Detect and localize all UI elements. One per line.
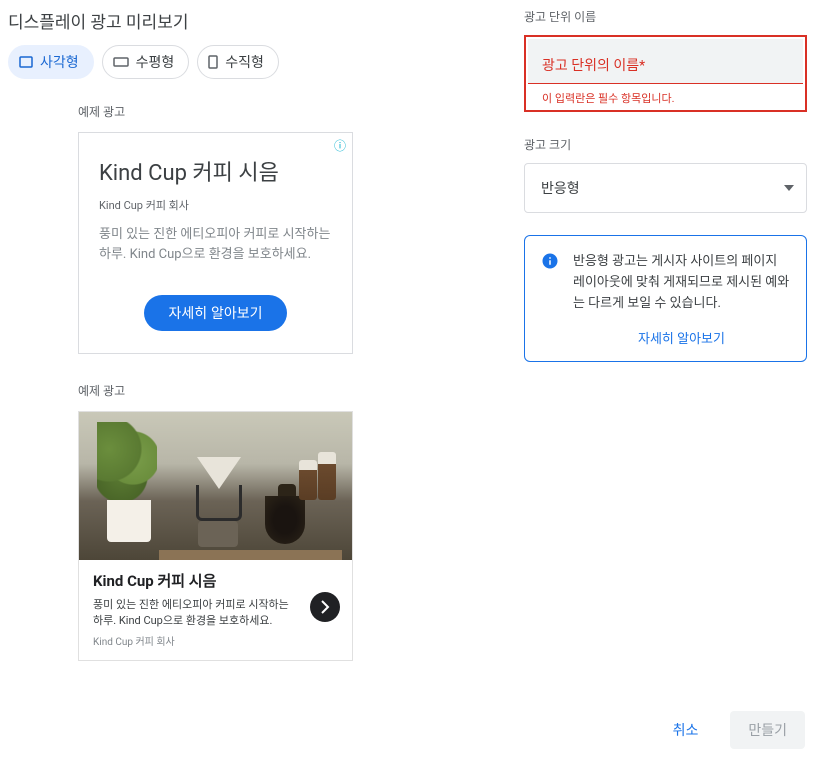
chip-label: 수평형 (136, 52, 175, 72)
chip-horizontal[interactable]: 수평형 (102, 45, 190, 79)
unit-name-field-error: 광고 단위의 이름* 이 입력란은 필수 항목입니다. (524, 35, 807, 112)
ad-headline: Kind Cup 커피 시음 (99, 155, 332, 187)
ad2-body-text: 풍미 있는 진한 에티오피아 커피로 시작하는 하루. Kind Cup으로 환… (93, 597, 338, 629)
adchoices-icon[interactable]: ⓘ (334, 137, 346, 154)
unit-name-error-message: 이 입력란은 필수 항목입니다. (528, 84, 803, 106)
footer-actions: 취소 만들기 (661, 711, 805, 749)
unit-name-placeholder: 광고 단위의 이름* (542, 55, 789, 75)
learn-more-link[interactable]: 자세히 알아보기 (573, 328, 790, 347)
ad-size-section-label: 광고 크기 (524, 136, 807, 153)
info-icon (541, 252, 559, 347)
unit-name-section-label: 광고 단위 이름 (524, 8, 807, 25)
sample-ad-label-2: 예제 광고 (78, 382, 510, 399)
chevron-right-icon (320, 600, 330, 614)
ad-image (79, 412, 352, 560)
ad2-headline: Kind Cup 커피 시음 (93, 570, 338, 591)
create-button[interactable]: 만들기 (730, 711, 805, 749)
ad-body-text: 풍미 있는 진한 에티오피아 커피로 시작하는 하루. Kind Cup으로 환… (99, 225, 332, 265)
cancel-button[interactable]: 취소 (661, 712, 711, 748)
info-text: 반응형 광고는 게시자 사이트의 페이지 레이아웃에 맞춰 게재되므로 제시된 … (573, 252, 790, 314)
responsive-info-box: 반응형 광고는 게시자 사이트의 페이지 레이아웃에 맞춰 게재되므로 제시된 … (524, 235, 807, 362)
square-icon (19, 56, 33, 68)
ad-size-select[interactable]: 반응형 (524, 163, 807, 213)
chip-square[interactable]: 사각형 (8, 45, 94, 79)
dropdown-arrow-icon (784, 185, 794, 191)
ad-advertiser: Kind Cup 커피 회사 (99, 197, 332, 213)
shape-chip-row: 사각형 수평형 수직형 (0, 45, 510, 79)
chip-label: 수직형 (225, 52, 264, 72)
sample-ad-card-1: ⓘ Kind Cup 커피 시음 Kind Cup 커피 회사 풍미 있는 진한… (78, 132, 353, 354)
horizontal-rect-icon (113, 57, 129, 67)
ad-cta-button[interactable]: 자세히 알아보기 (144, 295, 286, 331)
ad2-advertiser: Kind Cup 커피 회사 (93, 633, 338, 648)
ad-size-value: 반응형 (541, 178, 580, 198)
sample-ad-label-1: 예제 광고 (78, 103, 510, 120)
chip-vertical[interactable]: 수직형 (197, 45, 279, 79)
vertical-rect-icon (208, 55, 218, 69)
page-title: 디스플레이 광고 미리보기 (0, 8, 510, 33)
unit-name-input[interactable]: 광고 단위의 이름* (528, 39, 803, 84)
sample-ad-card-2: Kind Cup 커피 시음 풍미 있는 진한 에티오피아 커피로 시작하는 하… (78, 411, 353, 661)
chip-label: 사각형 (40, 52, 79, 72)
